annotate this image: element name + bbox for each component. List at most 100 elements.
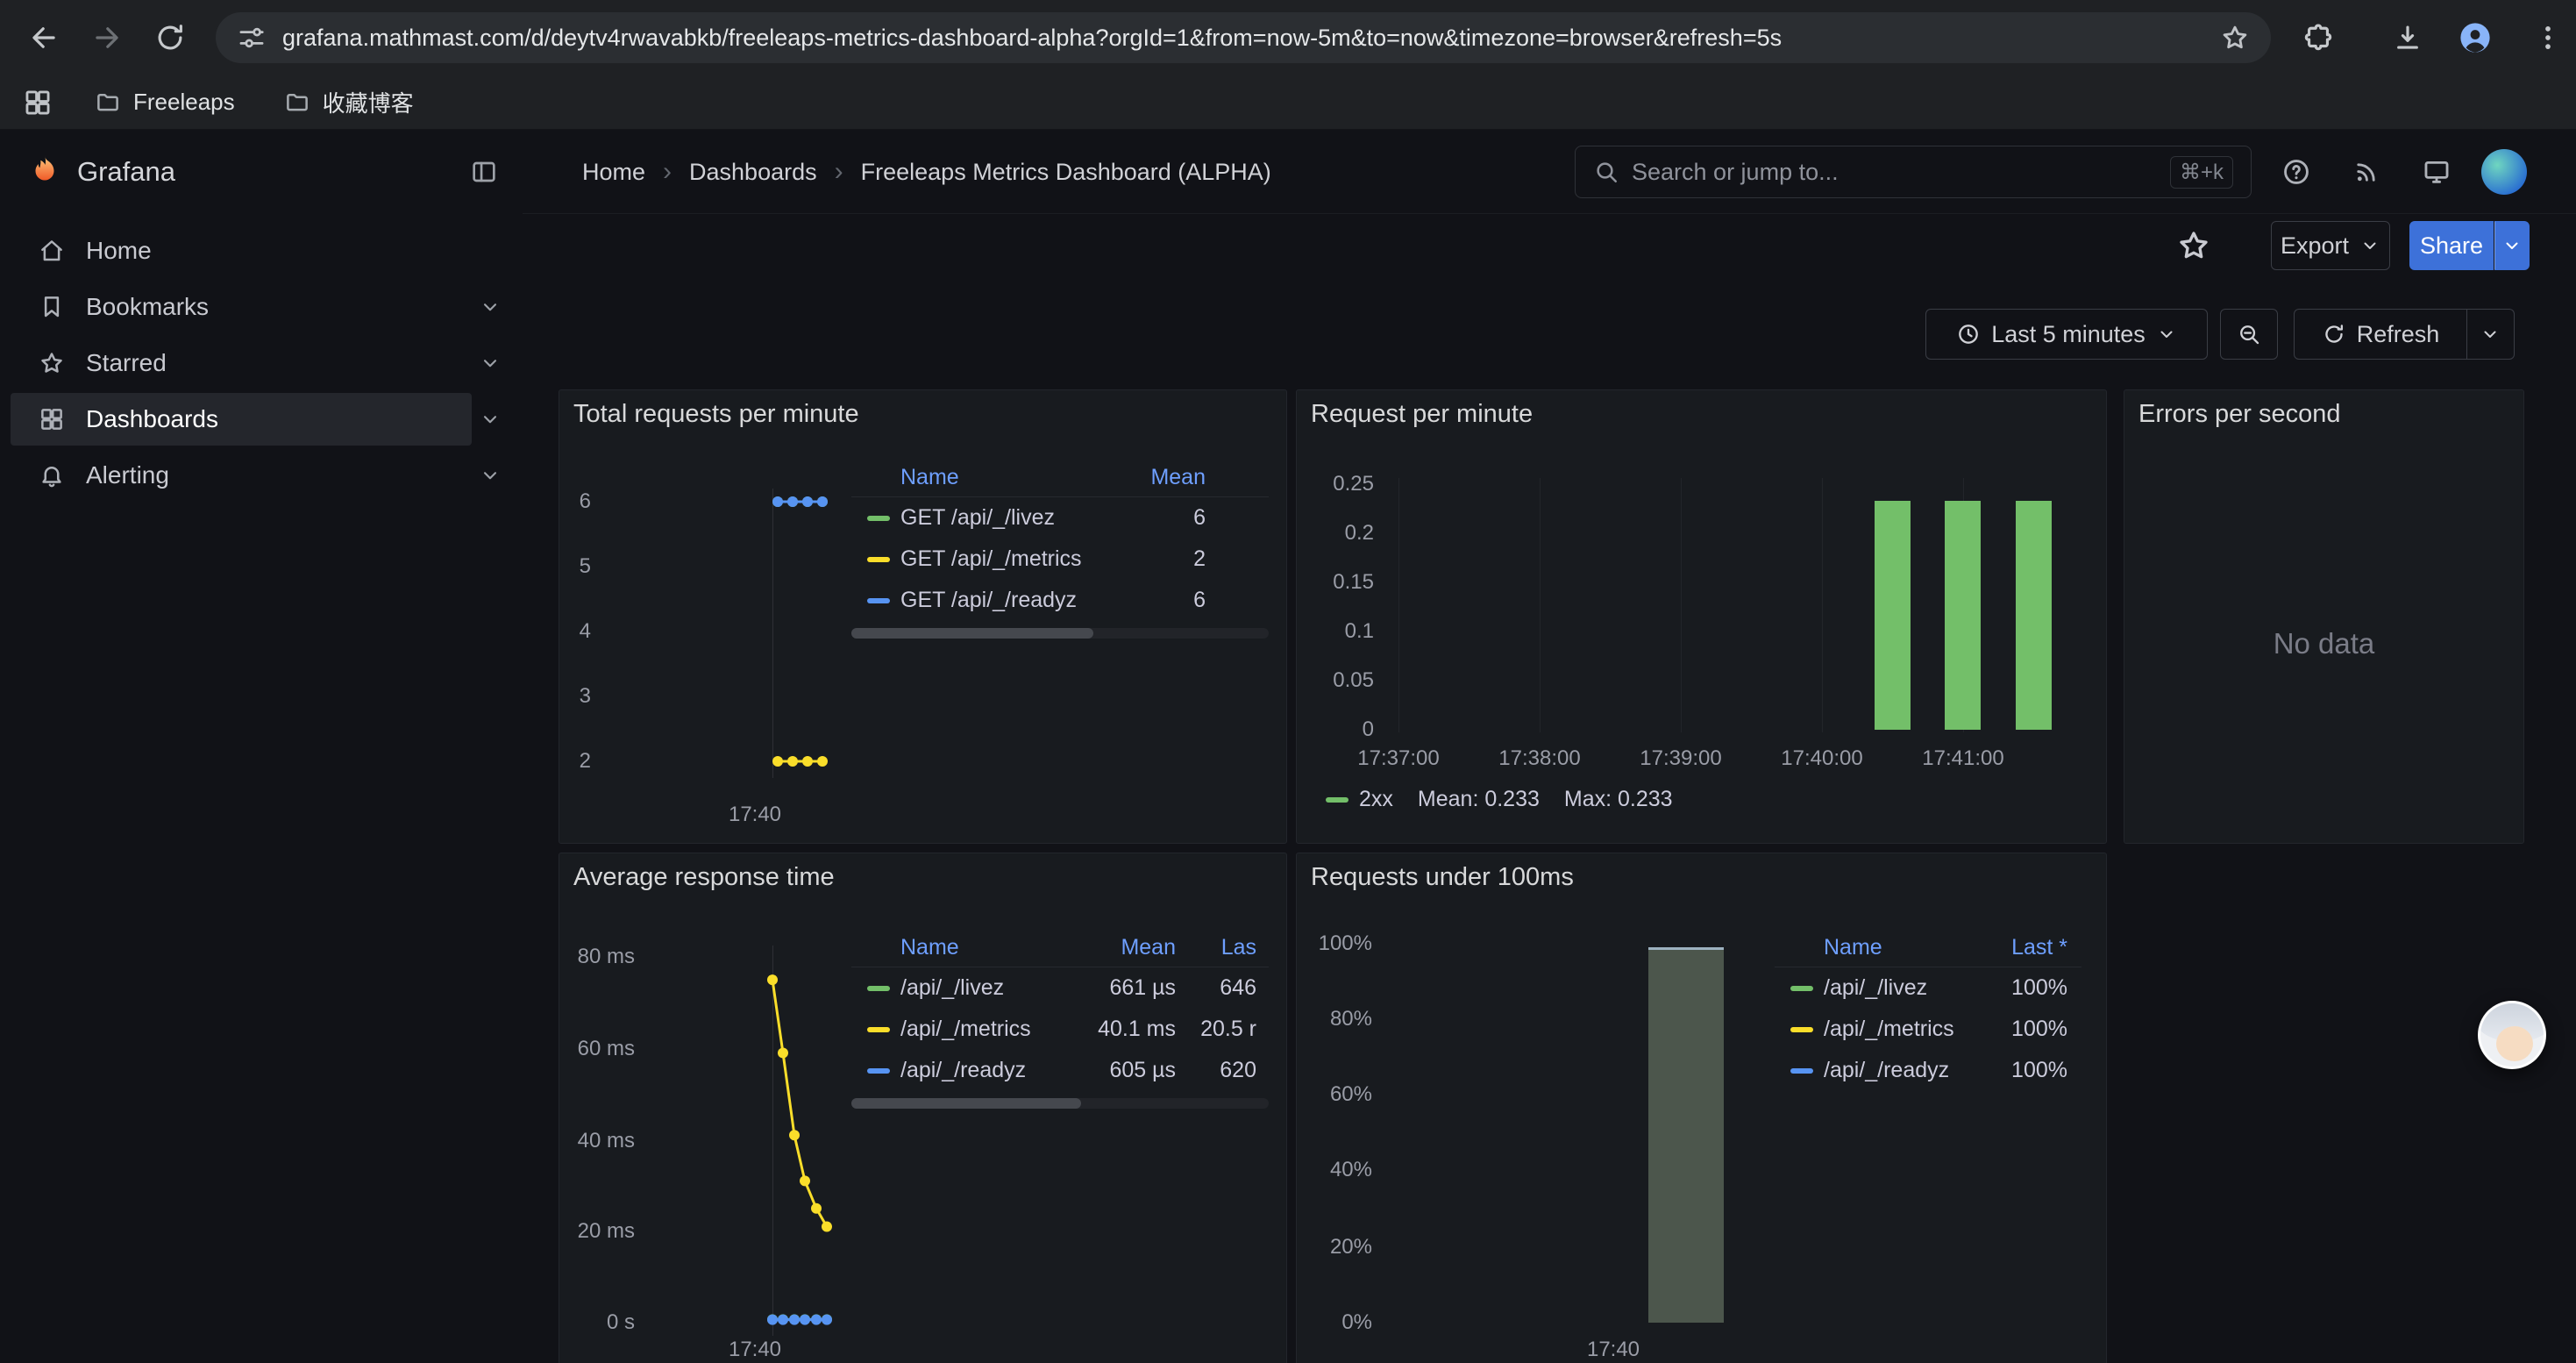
legend: 2xxMean: 0.233Max: 0.233 <box>1326 787 1673 812</box>
series-name[interactable]: GET /api/_/metrics <box>900 546 1082 572</box>
legend-header: NameLast * <box>1775 929 2081 967</box>
forward-icon[interactable] <box>88 18 126 57</box>
y-axis-tick: 0.15 <box>1304 569 1374 596</box>
bar[interactable] <box>2016 501 2052 730</box>
panel-body: 80 ms60 ms40 ms20 ms0 s17:40NameMeanLas/… <box>559 853 1286 1363</box>
menu-kebab-icon[interactable] <box>2529 18 2567 57</box>
sidebar-item-dashboards[interactable]: Dashboards <box>0 391 523 447</box>
panel-title[interactable]: Errors per second <box>2124 390 2523 438</box>
series-color-icon <box>1790 986 1813 991</box>
sidebar-item-alerting[interactable]: Alerting <box>0 447 523 503</box>
grafana-app: Grafana Home Bookmarks Starred Dashboards Al… <box>0 130 2576 1363</box>
x-axis-tick: 17:39:00 <box>1611 746 1751 772</box>
url-bar[interactable]: grafana.mathmast.com/d/deytv4rwavabkb/fr… <box>216 12 2271 63</box>
legend-value: 2 <box>1149 546 1206 572</box>
series-name[interactable]: 2xx <box>1359 787 1393 812</box>
grafana-brand: Grafana <box>77 156 175 188</box>
x-axis-tick: 17:38:00 <box>1469 746 1610 772</box>
site-settings-icon[interactable] <box>237 23 267 53</box>
bookmark-item[interactable]: Freeleaps <box>95 89 235 116</box>
series-name[interactable]: /api/_/metrics <box>900 1017 1031 1042</box>
x-axis-tick: 17:40 <box>685 802 825 828</box>
sidebar-item-bookmarks[interactable]: Bookmarks <box>0 279 523 335</box>
series-name-cell: /api/_/metrics <box>1790 1017 1962 1042</box>
series-name-cell: /api/_/readyz <box>867 1058 1044 1083</box>
legend-header: NameMean <box>851 459 1269 497</box>
legend-row: /api/_/metrics100% <box>1775 1009 2081 1050</box>
bar[interactable] <box>1648 947 1724 1323</box>
series-name-cell: GET /api/_/livez <box>867 505 1149 531</box>
legend-col[interactable]: Last * <box>1962 935 2067 960</box>
series-name[interactable]: /api/_/readyz <box>900 1058 1026 1083</box>
series-color-icon <box>867 598 890 603</box>
series-name[interactable]: /api/_/livez <box>1824 975 1927 1001</box>
panel-title[interactable]: Average response time <box>559 853 1286 901</box>
bookmark-label: 收藏博客 <box>323 86 414 118</box>
panel-body: 100%80%60%40%20%0%17:40NameLast */api/_/… <box>1297 853 2106 1363</box>
series-color-icon <box>867 986 890 991</box>
gridline <box>1398 478 1399 732</box>
series-name[interactable]: /api/_/metrics <box>1824 1017 1954 1042</box>
x-axis-tick: 17:37:00 <box>1328 746 1469 772</box>
legend-col-name[interactable]: Name <box>867 465 1149 490</box>
legend-row: /api/_/metrics40.1 ms20.5 r <box>851 1009 1269 1050</box>
panel-average-response-time: Average response time80 ms60 ms40 ms20 m… <box>559 853 1287 1363</box>
legend-scrollbar-thumb[interactable] <box>851 628 1093 639</box>
series-name[interactable]: GET /api/_/livez <box>900 505 1055 531</box>
legend-col[interactable]: Mean <box>1044 935 1176 960</box>
series-name[interactable]: /api/_/livez <box>900 975 1004 1001</box>
chevron-down-icon[interactable] <box>479 464 502 487</box>
url-text[interactable]: grafana.mathmast.com/d/deytv4rwavabkb/fr… <box>282 25 2204 52</box>
back-icon[interactable] <box>25 18 63 57</box>
panel-title[interactable]: Request per minute <box>1297 390 2106 438</box>
series-name-cell: /api/_/readyz <box>1790 1058 1962 1083</box>
no-data-message: No data <box>2124 390 2523 843</box>
reload-icon[interactable] <box>151 18 189 57</box>
panel-title[interactable]: Total requests per minute <box>559 390 1286 438</box>
alerting-icon <box>39 462 65 489</box>
sidebar-item-home[interactable]: Home <box>0 223 523 279</box>
profile-avatar-icon[interactable] <box>2453 16 2497 60</box>
legend-col[interactable]: Las <box>1176 935 1256 960</box>
assistant-avatar-widget[interactable] <box>2478 1001 2546 1069</box>
legend-value: 661 µs <box>1044 975 1176 1001</box>
legend-value: 6 <box>1149 505 1206 531</box>
legend-header: NameMeanLas <box>851 929 1269 967</box>
series-color-icon <box>867 1027 890 1032</box>
dock-menu-icon[interactable] <box>470 158 498 186</box>
downloads-icon[interactable] <box>2388 18 2427 57</box>
sidebar-item-label: Starred <box>86 349 167 377</box>
sidebar-item-label: Dashboards <box>86 405 218 433</box>
legend-col[interactable]: Mean <box>1149 465 1206 490</box>
series-name-cell: /api/_/metrics <box>867 1017 1044 1042</box>
bookmark-item[interactable]: 收藏博客 <box>284 86 414 118</box>
panel-title[interactable]: Requests under 100ms <box>1297 853 2106 901</box>
sidebar-item-starred[interactable]: Starred <box>0 335 523 391</box>
chevron-down-icon[interactable] <box>479 296 502 318</box>
legend-col-name[interactable]: Name <box>1790 935 1962 960</box>
y-axis-tick: 20% <box>1297 1234 1372 1260</box>
sidebar-item-label: Bookmarks <box>86 293 209 321</box>
y-axis-tick: 80% <box>1297 1006 1372 1032</box>
chevron-down-icon[interactable] <box>479 352 502 375</box>
series-name[interactable]: GET /api/_/readyz <box>900 588 1077 613</box>
y-axis-tick: 0.1 <box>1304 618 1374 645</box>
chevron-down-icon[interactable] <box>479 408 502 431</box>
bookmark-star-icon[interactable] <box>2220 23 2250 53</box>
extensions-icon[interactable] <box>2299 18 2338 57</box>
folder-icon <box>95 89 121 116</box>
main-content: Home›Dashboards›Freeleaps Metrics Dashbo… <box>523 130 2576 1363</box>
series-name[interactable]: /api/_/readyz <box>1824 1058 1949 1083</box>
bookmark-label: Freeleaps <box>133 89 235 116</box>
grafana-logo[interactable] <box>26 153 63 189</box>
panel-errors-per-second: Errors per secondNo data <box>2124 389 2524 844</box>
apps-grid-icon[interactable] <box>23 88 53 118</box>
series-color-icon <box>1790 1068 1813 1074</box>
legend-scrollbar[interactable] <box>851 1098 1269 1109</box>
bar[interactable] <box>1875 501 1911 730</box>
legend-scrollbar[interactable] <box>851 628 1269 639</box>
legend-col-name[interactable]: Name <box>867 935 1044 960</box>
avatar-face <box>2496 1026 2533 1061</box>
bar[interactable] <box>1945 501 1981 730</box>
legend-scrollbar-thumb[interactable] <box>851 1098 1081 1109</box>
